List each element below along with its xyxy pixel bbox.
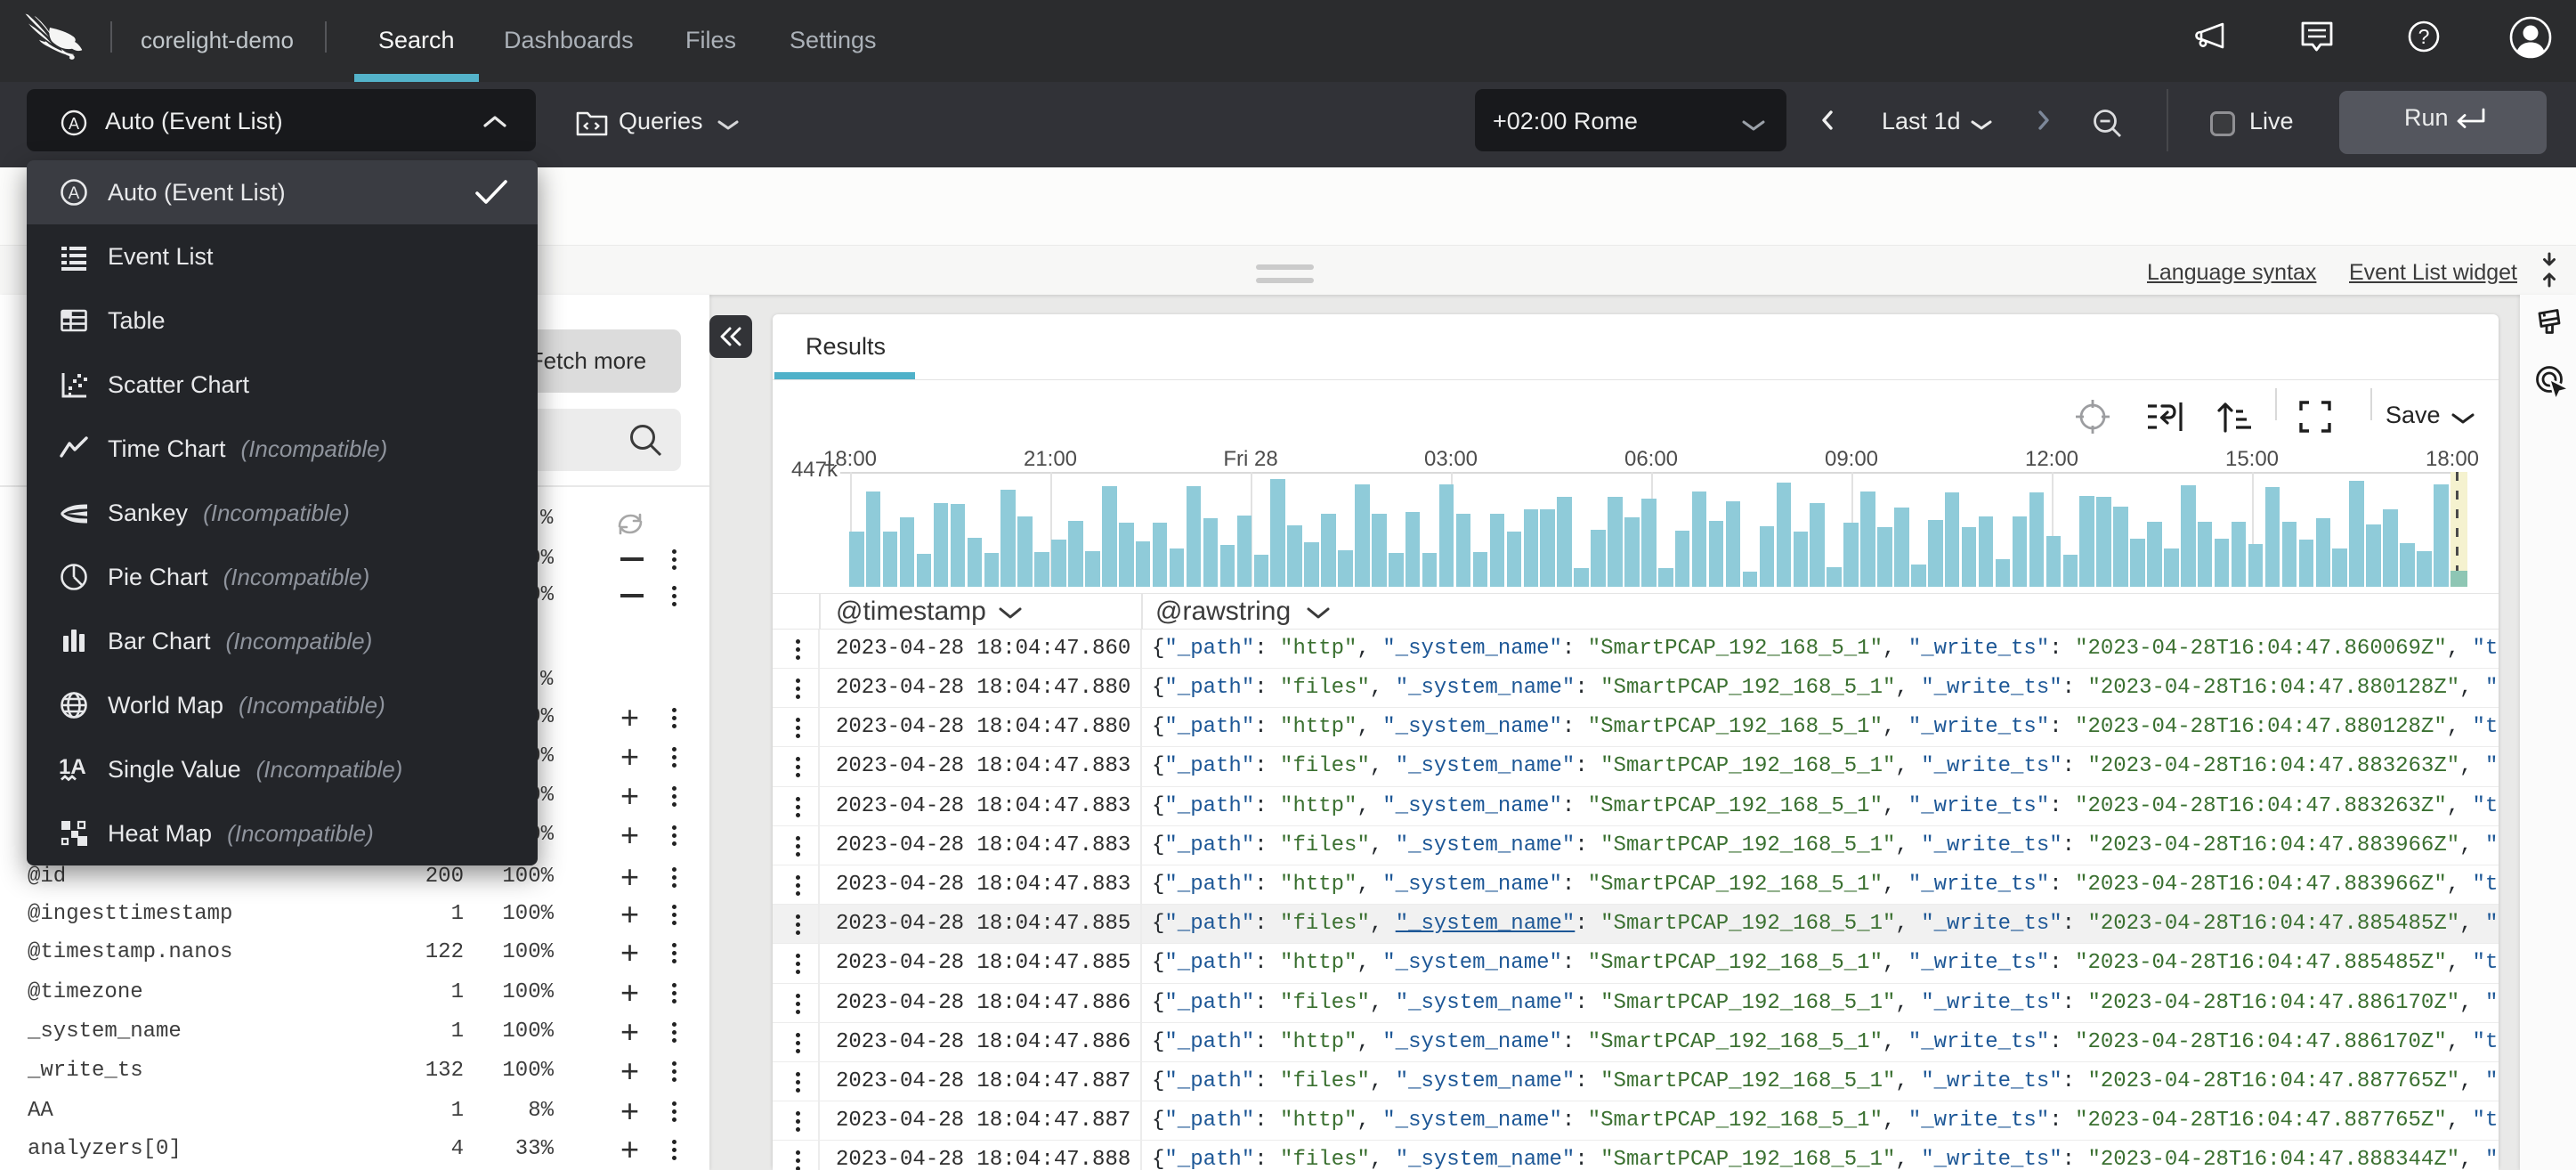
- svg-text:A: A: [69, 184, 80, 203]
